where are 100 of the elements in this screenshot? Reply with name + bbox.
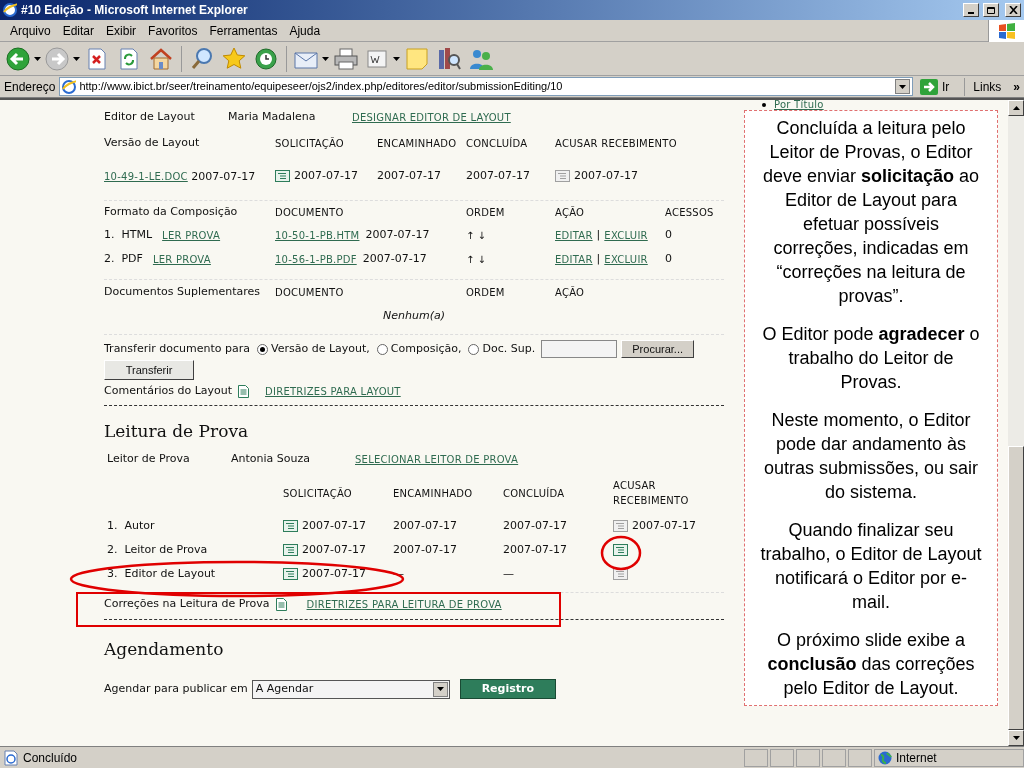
link[interactable]: EXCLUIR [604, 251, 648, 267]
label-text: Transferir documento para [104, 340, 251, 357]
column-header: CONCLUÍDA [503, 486, 566, 501]
column-header: ORDEM [466, 205, 506, 220]
menu-item[interactable]: Favoritos [142, 21, 204, 40]
person-name: Antonia Souza [231, 450, 311, 467]
radio-button[interactable] [468, 343, 480, 355]
count-cell-text: 0 [665, 226, 673, 243]
link[interactable]: SELECIONAR LEITOR DE PROVA [355, 451, 519, 467]
galley-format: 1. HTML [104, 226, 153, 243]
address-field[interactable]: http://www.ibict.br/seer/treinamento/equipeseer/ojs2/index.php/editores/editor/submissionEditing/10 [59, 77, 913, 96]
separator-text: | [596, 226, 601, 243]
status-pane [770, 748, 794, 767]
count-cell-text: 0 [665, 250, 673, 267]
link[interactable]: EXCLUIR [604, 227, 648, 243]
link[interactable]: LER PROVA [162, 227, 221, 243]
order-arrows: ↑ ↓ [466, 228, 487, 243]
file-link[interactable]: 10-56-1-PB.PDF [275, 251, 357, 267]
callout-text: O próximo slide exibe a conclusão das correções pelo Editor de Layout. [766, 629, 976, 700]
date-cell-text: 2007-07-17 [377, 167, 442, 184]
radio-button[interactable] [376, 343, 388, 355]
zone-text: Internet [896, 749, 937, 767]
message-icon[interactable] [613, 568, 628, 580]
empty-message: Nenhum(a) [383, 307, 445, 324]
list-link[interactable]: Por Título [774, 100, 824, 109]
status-pane [848, 748, 872, 767]
link[interactable]: DIRETRIZES PARA LAYOUT [265, 383, 401, 399]
dropdown-caret-icon[interactable] [393, 56, 400, 61]
participant-name: 1. Autor [106, 517, 156, 534]
date-cell-text: 2007-07-17 [362, 250, 427, 267]
menu-item[interactable]: Exibir [100, 21, 143, 40]
dropdown-caret-icon[interactable] [73, 56, 80, 61]
label-text: Formato da Composição [104, 203, 239, 220]
message-icon[interactable] [283, 520, 298, 532]
label-text: Comentários do Layout [104, 382, 233, 399]
person-name: Maria Madalena [228, 108, 317, 125]
label-text: Documentos Suplementares [104, 283, 261, 300]
up-arrow-icon [1012, 106, 1020, 110]
galley-format: 2. PDF [104, 250, 143, 267]
message-icon[interactable] [283, 544, 298, 556]
upload-button[interactable]: Transferir [104, 360, 194, 380]
date-cell-text: 2007-07-17 [302, 541, 366, 558]
participant-name: 2. Leitor de Prova [106, 541, 209, 558]
menu-item[interactable]: Arquivo [4, 21, 57, 40]
menu-item[interactable]: Editar [56, 21, 101, 40]
date-cell-text: 2007-07-17 [632, 517, 696, 534]
register-button[interactable]: Registro [459, 679, 556, 699]
link[interactable]: EDITAR [555, 251, 593, 267]
browse-button[interactable]: Procurar... [621, 340, 695, 358]
dropdown-caret-icon[interactable] [322, 56, 329, 61]
section-heading: Leitura de Prova [104, 419, 249, 443]
callout-text: Concluída a leitura pelo Leitor de Provas, o Editor deve enviar solicitação ao Editor de Layout para efetuar possíveis correções, indicadas em “correções na leitura de provas”. [761, 117, 981, 308]
menu-item[interactable]: Ferramentas [203, 21, 284, 40]
date-cell-text: 2007-07-17 [393, 517, 458, 534]
scroll-down-button[interactable] [1008, 730, 1024, 746]
close-icon[interactable] [1005, 3, 1021, 17]
section-heading: Agendamento [104, 637, 224, 661]
scroll-up-button[interactable] [1008, 100, 1024, 116]
order-arrows: ↑ ↓ [466, 252, 487, 267]
file-link[interactable]: 10-50-1-PB.HTM [275, 227, 360, 243]
label-text: Correções na Leitura de Prova [104, 595, 270, 612]
dropdown-caret-icon[interactable] [436, 687, 444, 691]
link[interactable]: EDITAR [555, 227, 593, 243]
date-cell-text: 2007-07-17 [574, 167, 638, 184]
more-chevron[interactable]: » [1013, 77, 1020, 96]
radio-label: Composição, [390, 340, 462, 357]
document-icon[interactable] [238, 384, 250, 398]
maximize-icon[interactable] [983, 3, 999, 17]
message-icon[interactable] [613, 544, 628, 556]
date-cell-text: 2007-07-17 [503, 541, 568, 558]
link[interactable]: LER PROVA [152, 251, 211, 267]
participant-name: 3. Editor de Layout [106, 565, 217, 582]
schedule-select[interactable]: A Agendar [251, 679, 450, 699]
dropdown-caret-icon[interactable] [898, 84, 906, 89]
dropdown-caret-icon[interactable] [34, 56, 41, 61]
date-cell-text: 2007-07-17 [302, 517, 366, 534]
annotation-circle [600, 535, 642, 571]
date-cell-text: — [503, 565, 515, 582]
radio-label: Versão de Layout, [271, 340, 370, 357]
link[interactable]: DIRETRIZES PARA LEITURA DE PROVA [306, 596, 502, 612]
menu-item[interactable]: Ajuda [283, 21, 327, 40]
file-field[interactable] [541, 340, 618, 358]
go-button[interactable]: Ir [916, 77, 953, 96]
file-link[interactable]: 10-49-1-LE.DOC [104, 170, 188, 182]
window-title: #10 Edição - Microsoft Internet Explorer [21, 2, 249, 19]
bullet-icon [762, 102, 766, 107]
browser-icon [3, 3, 17, 17]
message-icon[interactable] [275, 170, 290, 182]
radio-button[interactable] [257, 343, 269, 355]
page-icon [3, 749, 19, 766]
link[interactable]: DESIGNAR EDITOR DE LAYOUT [352, 109, 511, 125]
minimize-icon[interactable] [963, 3, 979, 17]
page-icon [62, 79, 77, 94]
column-header: ACUSAR RECEBIMENTO [613, 479, 690, 508]
address-label: Endereço [4, 78, 56, 96]
radio-label: Doc. Sup. [482, 340, 536, 357]
document-icon[interactable] [275, 597, 287, 611]
links-button[interactable]: Links [964, 77, 1010, 96]
message-icon[interactable] [283, 568, 298, 580]
scrollbar[interactable] [1008, 100, 1024, 746]
